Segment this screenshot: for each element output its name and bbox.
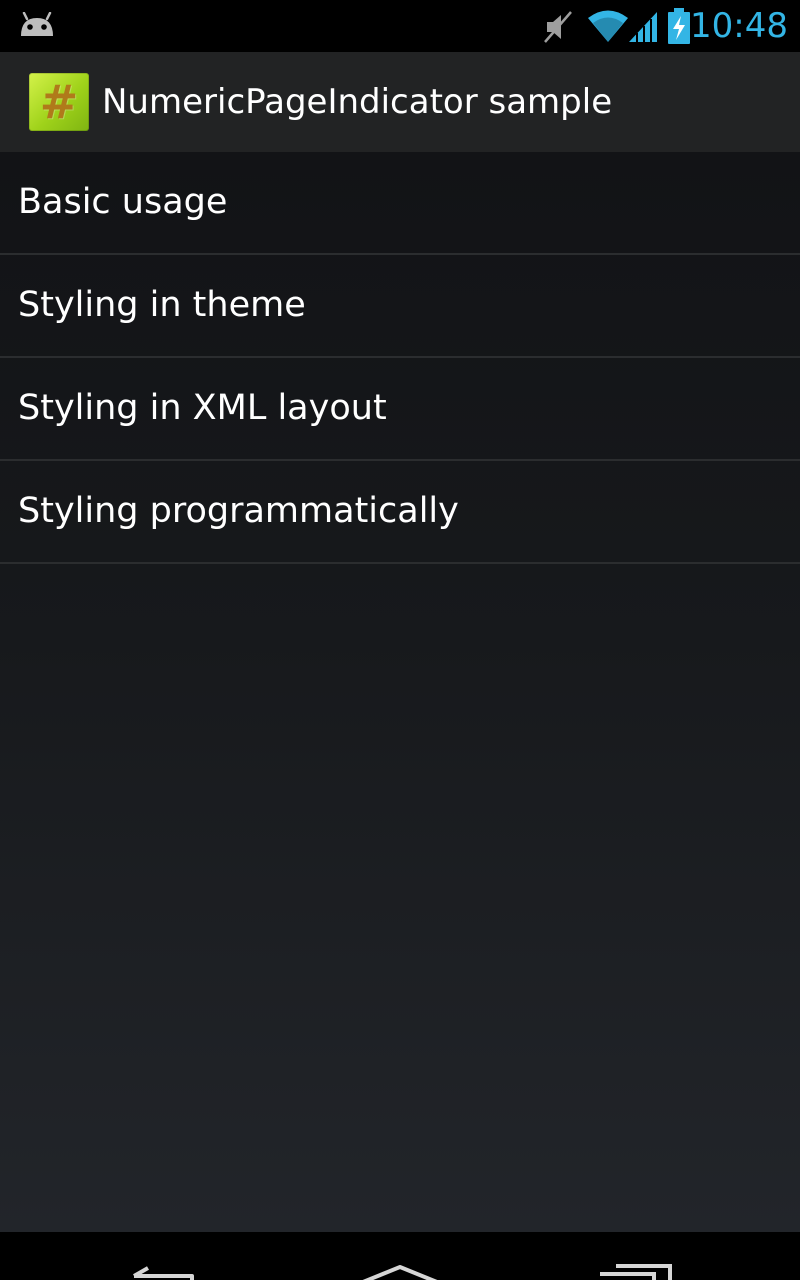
list-item-styling-in-xml-layout[interactable]: Styling in XML layout	[0, 358, 800, 461]
wifi-icon	[588, 9, 628, 47]
content-area: Basic usage Styling in theme Styling in …	[0, 152, 800, 1232]
android-icon	[18, 11, 56, 42]
list-item-label: Styling in theme	[18, 285, 306, 325]
status-bar: 10:48	[0, 0, 800, 52]
app-icon[interactable]: #	[29, 73, 89, 131]
list-item-label: Styling programmatically	[18, 491, 459, 531]
list-item-styling-in-theme[interactable]: Styling in theme	[0, 255, 800, 358]
action-bar: # NumericPageIndicator sample	[0, 52, 800, 152]
battery-charging-icon	[667, 8, 691, 48]
list-item-basic-usage[interactable]: Basic usage	[0, 152, 800, 255]
sample-list: Basic usage Styling in theme Styling in …	[0, 152, 800, 564]
back-icon[interactable]	[130, 1262, 196, 1280]
list-item-label: Basic usage	[18, 182, 228, 222]
recents-icon[interactable]	[598, 1262, 674, 1280]
clock: 10:48	[690, 6, 788, 46]
home-icon[interactable]	[360, 1264, 440, 1280]
screen: 10:48 # NumericPageIndicator sample Basi…	[0, 0, 800, 1280]
list-item-styling-programmatically[interactable]: Styling programmatically	[0, 461, 800, 564]
signal-icon	[627, 9, 659, 47]
app-title: NumericPageIndicator sample	[102, 82, 613, 122]
app-icon-glyph: #	[39, 75, 79, 129]
mute-icon	[543, 10, 575, 48]
navigation-bar	[0, 1232, 800, 1280]
list-item-label: Styling in XML layout	[18, 388, 387, 428]
